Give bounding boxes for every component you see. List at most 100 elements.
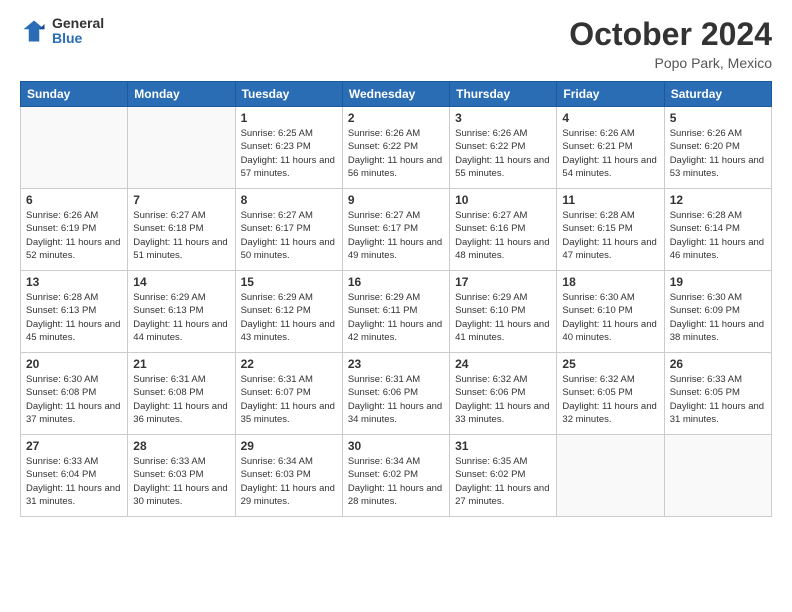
day-number: 31 [455, 439, 551, 453]
day-number: 17 [455, 275, 551, 289]
day-number: 11 [562, 193, 658, 207]
day-info: Sunrise: 6:29 AMSunset: 6:11 PMDaylight:… [348, 291, 444, 344]
location: Popo Park, Mexico [569, 55, 772, 71]
day-info: Sunrise: 6:31 AMSunset: 6:06 PMDaylight:… [348, 373, 444, 426]
day-number: 24 [455, 357, 551, 371]
day-info: Sunrise: 6:31 AMSunset: 6:07 PMDaylight:… [241, 373, 337, 426]
calendar-week-row: 27Sunrise: 6:33 AMSunset: 6:04 PMDayligh… [21, 435, 772, 517]
calendar-cell: 6 Sunrise: 6:26 AMSunset: 6:19 PMDaylight… [21, 189, 128, 271]
calendar-cell: 1Sunrise: 6:25 AMSunset: 6:23 PMDaylight… [235, 107, 342, 189]
calendar-cell: 16 Sunrise: 6:29 AMSunset: 6:11 PMDayligh… [342, 271, 449, 353]
calendar-cell: 18 Sunrise: 6:30 AMSunset: 6:10 PMDayligh… [557, 271, 664, 353]
calendar-cell [21, 107, 128, 189]
day-number: 15 [241, 275, 337, 289]
calendar-cell: 15 Sunrise: 6:29 AMSunset: 6:12 PMDayligh… [235, 271, 342, 353]
month-title: October 2024 [569, 16, 772, 53]
day-number: 27 [26, 439, 122, 453]
day-number: 7 [133, 193, 229, 207]
day-number: 5 [670, 111, 766, 125]
day-info: Sunrise: 6:26 AMSunset: 6:21 PMDaylight:… [562, 127, 658, 180]
calendar-cell [557, 435, 664, 517]
calendar-cell: 3 Sunrise: 6:26 AMSunset: 6:22 PMDaylight… [450, 107, 557, 189]
calendar-cell: 28Sunrise: 6:33 AMSunset: 6:03 PMDayligh… [128, 435, 235, 517]
calendar-cell [128, 107, 235, 189]
day-info: Sunrise: 6:26 AMSunset: 6:20 PMDaylight:… [670, 127, 766, 180]
calendar-week-row: 20Sunrise: 6:30 AMSunset: 6:08 PMDayligh… [21, 353, 772, 435]
header: General Blue October 2024 Popo Park, Mex… [20, 16, 772, 71]
day-header: Wednesday [342, 82, 449, 107]
day-info: Sunrise: 6:31 AMSunset: 6:08 PMDaylight:… [133, 373, 229, 426]
day-number: 16 [348, 275, 444, 289]
day-info: Sunrise: 6:27 AMSunset: 6:18 PMDaylight:… [133, 209, 229, 262]
day-number: 22 [241, 357, 337, 371]
day-number: 20 [26, 357, 122, 371]
day-number: 12 [670, 193, 766, 207]
calendar-cell: 25Sunrise: 6:32 AMSunset: 6:05 PMDayligh… [557, 353, 664, 435]
day-info: Sunrise: 6:29 AMSunset: 6:10 PMDaylight:… [455, 291, 551, 344]
day-info: Sunrise: 6:29 AMSunset: 6:13 PMDaylight:… [133, 291, 229, 344]
day-header: Monday [128, 82, 235, 107]
day-header: Tuesday [235, 82, 342, 107]
day-number: 8 [241, 193, 337, 207]
day-info: Sunrise: 6:35 AMSunset: 6:02 PMDaylight:… [455, 455, 551, 508]
day-info: Sunrise: 6:29 AMSunset: 6:12 PMDaylight:… [241, 291, 337, 344]
day-info: Sunrise: 6:28 AMSunset: 6:15 PMDaylight:… [562, 209, 658, 262]
calendar-cell: 9 Sunrise: 6:27 AMSunset: 6:17 PMDaylight… [342, 189, 449, 271]
day-info: Sunrise: 6:27 AMSunset: 6:16 PMDaylight:… [455, 209, 551, 262]
day-info: Sunrise: 6:32 AMSunset: 6:05 PMDaylight:… [562, 373, 658, 426]
day-info: Sunrise: 6:26 AMSunset: 6:22 PMDaylight:… [455, 127, 551, 180]
calendar-cell: 8 Sunrise: 6:27 AMSunset: 6:17 PMDaylight… [235, 189, 342, 271]
page: General Blue October 2024 Popo Park, Mex… [0, 0, 792, 612]
day-number: 3 [455, 111, 551, 125]
day-info: Sunrise: 6:28 AMSunset: 6:14 PMDaylight:… [670, 209, 766, 262]
day-info: Sunrise: 6:27 AMSunset: 6:17 PMDaylight:… [348, 209, 444, 262]
calendar-cell: 17 Sunrise: 6:29 AMSunset: 6:10 PMDayligh… [450, 271, 557, 353]
day-number: 21 [133, 357, 229, 371]
day-info: Sunrise: 6:28 AMSunset: 6:13 PMDaylight:… [26, 291, 122, 344]
calendar-cell: 7 Sunrise: 6:27 AMSunset: 6:18 PMDaylight… [128, 189, 235, 271]
day-info: Sunrise: 6:30 AMSunset: 6:10 PMDaylight:… [562, 291, 658, 344]
day-number: 30 [348, 439, 444, 453]
calendar-cell: 29Sunrise: 6:34 AMSunset: 6:03 PMDayligh… [235, 435, 342, 517]
calendar-cell: 21 Sunrise: 6:31 AMSunset: 6:08 PMDayligh… [128, 353, 235, 435]
calendar-week-row: 6 Sunrise: 6:26 AMSunset: 6:19 PMDaylight… [21, 189, 772, 271]
calendar-cell: 19 Sunrise: 6:30 AMSunset: 6:09 PMDayligh… [664, 271, 771, 353]
day-number: 18 [562, 275, 658, 289]
day-number: 28 [133, 439, 229, 453]
logo-icon [20, 17, 48, 45]
day-number: 19 [670, 275, 766, 289]
day-number: 10 [455, 193, 551, 207]
day-info: Sunrise: 6:26 AMSunset: 6:19 PMDaylight:… [26, 209, 122, 262]
calendar-cell: 31 Sunrise: 6:35 AMSunset: 6:02 PMDayligh… [450, 435, 557, 517]
calendar-cell: 14Sunrise: 6:29 AMSunset: 6:13 PMDayligh… [128, 271, 235, 353]
day-info: Sunrise: 6:34 AMSunset: 6:03 PMDaylight:… [241, 455, 337, 508]
day-number: 9 [348, 193, 444, 207]
calendar-cell: 23 Sunrise: 6:31 AMSunset: 6:06 PMDayligh… [342, 353, 449, 435]
day-info: Sunrise: 6:30 AMSunset: 6:09 PMDaylight:… [670, 291, 766, 344]
day-number: 2 [348, 111, 444, 125]
day-number: 6 [26, 193, 122, 207]
calendar-header-row: SundayMondayTuesdayWednesdayThursdayFrid… [21, 82, 772, 107]
day-info: Sunrise: 6:26 AMSunset: 6:22 PMDaylight:… [348, 127, 444, 180]
logo-blue: Blue [52, 31, 104, 46]
day-info: Sunrise: 6:33 AMSunset: 6:05 PMDaylight:… [670, 373, 766, 426]
logo-general: General [52, 16, 104, 31]
calendar-cell: 24 Sunrise: 6:32 AMSunset: 6:06 PMDayligh… [450, 353, 557, 435]
calendar-cell: 10 Sunrise: 6:27 AMSunset: 6:16 PMDayligh… [450, 189, 557, 271]
day-info: Sunrise: 6:25 AMSunset: 6:23 PMDaylight:… [241, 127, 337, 180]
logo: General Blue [20, 16, 104, 47]
calendar-cell: 4Sunrise: 6:26 AMSunset: 6:21 PMDaylight… [557, 107, 664, 189]
day-info: Sunrise: 6:34 AMSunset: 6:02 PMDaylight:… [348, 455, 444, 508]
calendar-cell [664, 435, 771, 517]
day-info: Sunrise: 6:27 AMSunset: 6:17 PMDaylight:… [241, 209, 337, 262]
day-number: 23 [348, 357, 444, 371]
logo-text: General Blue [52, 16, 104, 47]
day-header: Thursday [450, 82, 557, 107]
calendar-cell: 20Sunrise: 6:30 AMSunset: 6:08 PMDayligh… [21, 353, 128, 435]
calendar-cell: 27Sunrise: 6:33 AMSunset: 6:04 PMDayligh… [21, 435, 128, 517]
calendar-week-row: 1Sunrise: 6:25 AMSunset: 6:23 PMDaylight… [21, 107, 772, 189]
calendar-cell: 12 Sunrise: 6:28 AMSunset: 6:14 PMDayligh… [664, 189, 771, 271]
day-info: Sunrise: 6:32 AMSunset: 6:06 PMDaylight:… [455, 373, 551, 426]
title-section: October 2024 Popo Park, Mexico [569, 16, 772, 71]
calendar-cell: 2 Sunrise: 6:26 AMSunset: 6:22 PMDaylight… [342, 107, 449, 189]
